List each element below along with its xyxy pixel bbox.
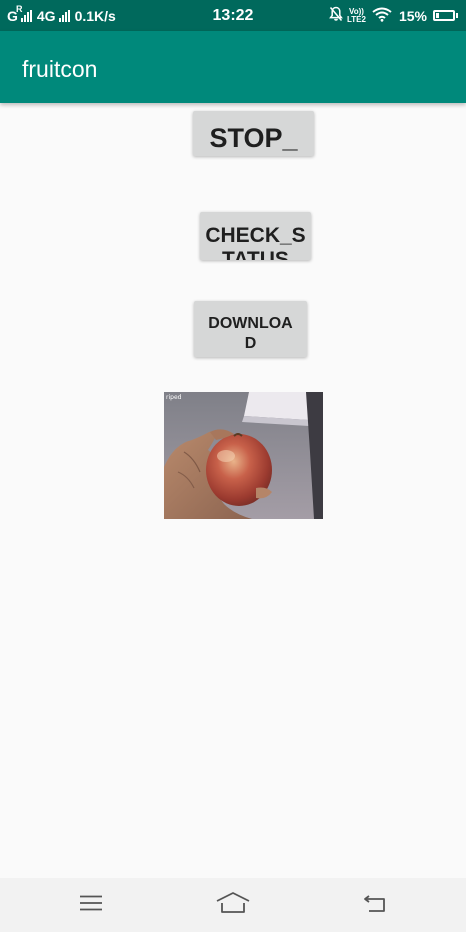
home-icon bbox=[216, 891, 250, 919]
menu-icon bbox=[80, 895, 102, 916]
notifications-muted-icon bbox=[329, 6, 343, 25]
classification-label: riped bbox=[166, 394, 182, 401]
stop-button[interactable]: STOP_ bbox=[193, 111, 314, 156]
home-button[interactable] bbox=[203, 878, 263, 932]
menu-button[interactable] bbox=[61, 878, 121, 932]
battery-percent: 15% bbox=[398, 7, 427, 24]
back-button[interactable] bbox=[345, 878, 405, 932]
fruit-photo: riped bbox=[164, 392, 323, 519]
navigation-bar bbox=[0, 878, 466, 932]
wifi-icon bbox=[372, 7, 392, 25]
volte-indicator: Vo)) LTE2 bbox=[347, 6, 366, 24]
status-bar: GR 4G 0.1K/s 13:22 Vo)) LTE2 15% bbox=[0, 0, 466, 31]
check-status-label: CHECK_STATUS bbox=[205, 224, 306, 260]
back-icon bbox=[363, 893, 387, 918]
check-status-button[interactable]: CHECK_STATUS bbox=[200, 212, 311, 260]
download-button[interactable]: DOWNLOAD bbox=[194, 301, 307, 357]
status-right: Vo)) LTE2 15% bbox=[329, 0, 458, 31]
apple-photo-illustration bbox=[164, 392, 323, 519]
app-title: fruitcon bbox=[22, 56, 98, 82]
app-bar: fruitcon bbox=[0, 31, 466, 103]
battery-icon bbox=[433, 10, 458, 21]
